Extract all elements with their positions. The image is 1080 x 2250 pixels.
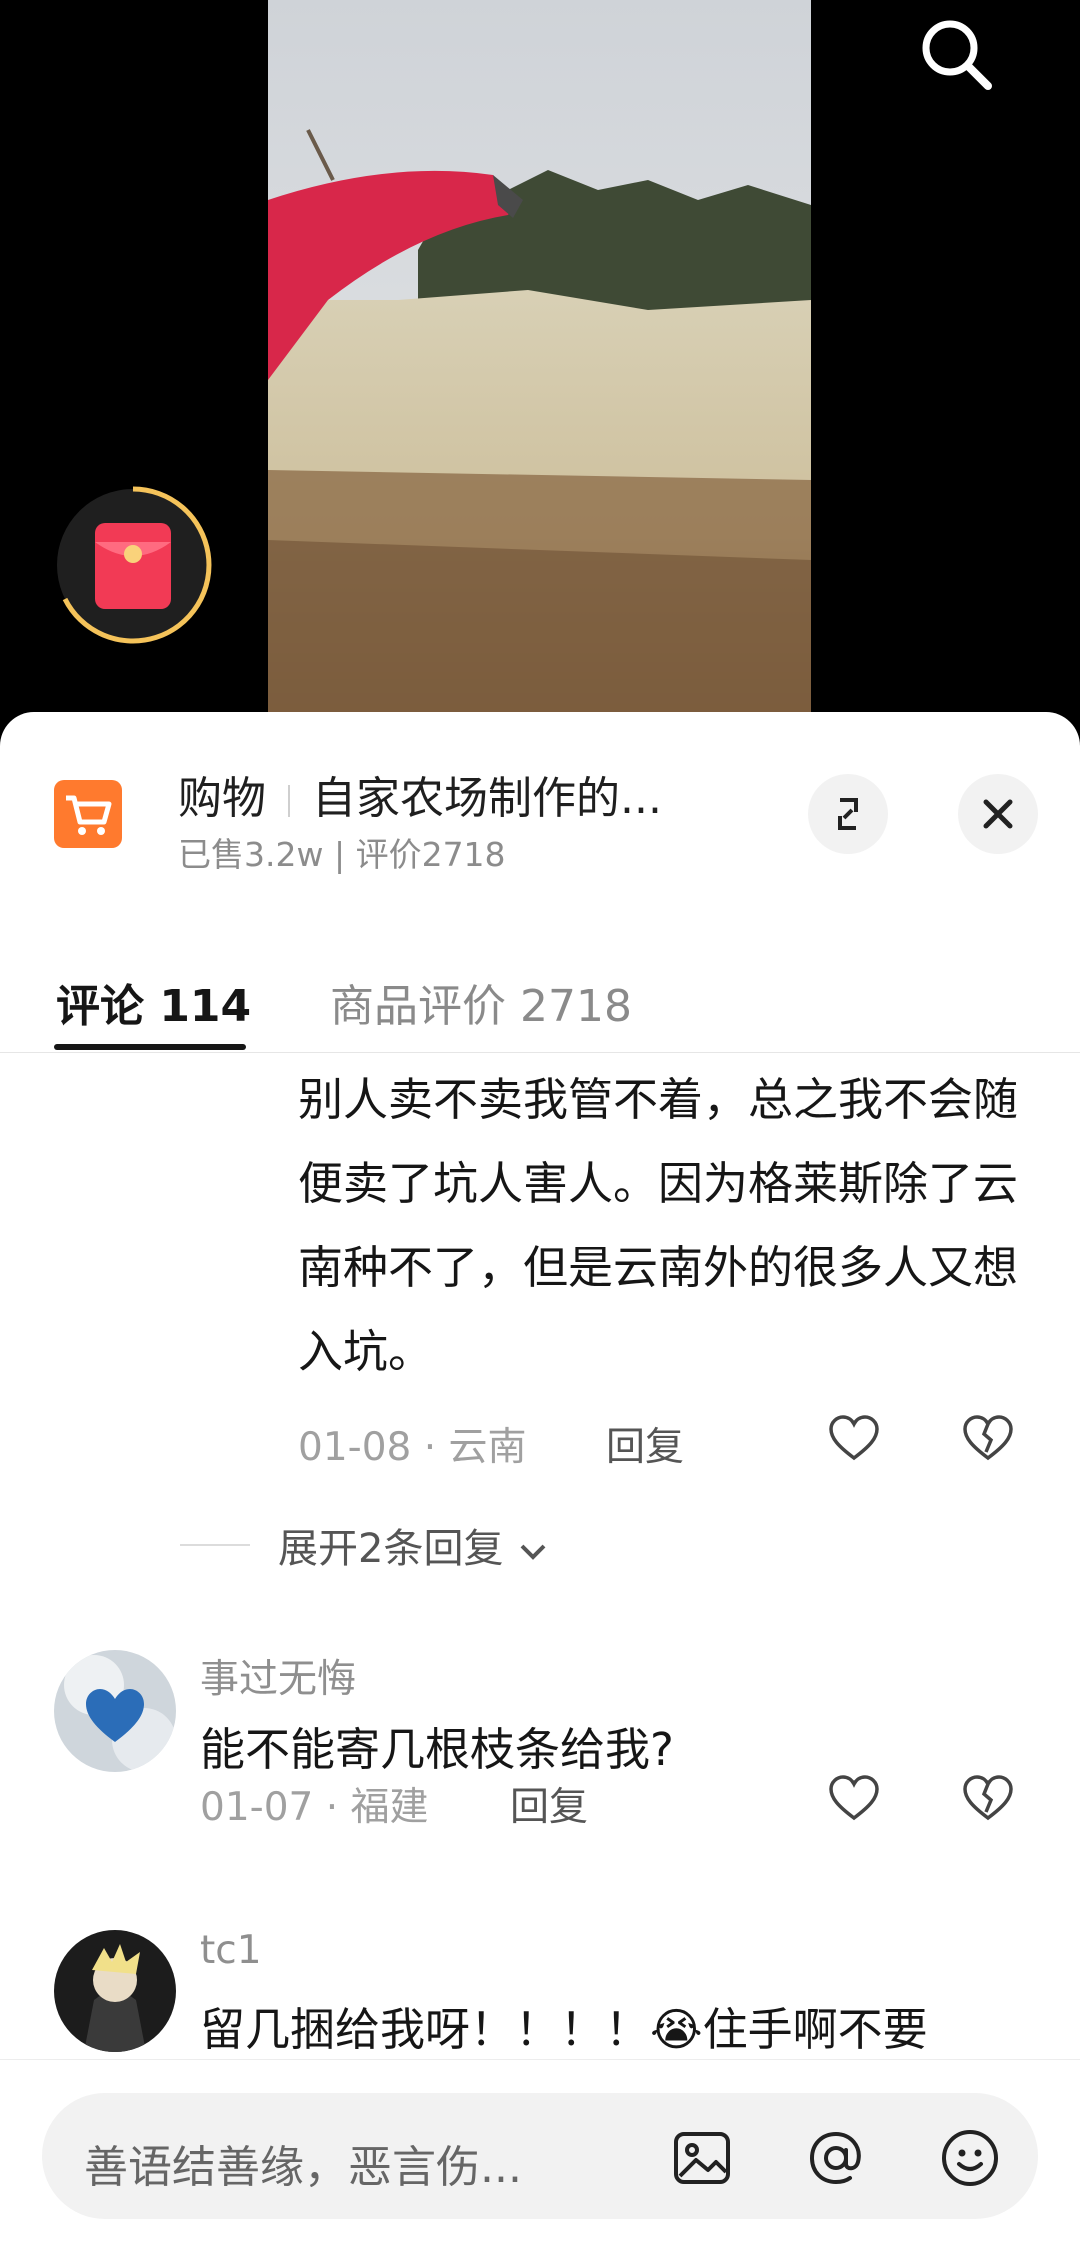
expand-replies-button[interactable]: 展开2条回复	[278, 1516, 550, 1574]
emoji-icon	[942, 2130, 998, 2186]
image-button[interactable]	[670, 2126, 734, 2190]
comment-input-placeholder: 善语结善缘，恶言伤...	[84, 2142, 522, 2193]
emoji-button[interactable]	[938, 2126, 1002, 2190]
tab-comments[interactable]: 评论 114	[56, 970, 251, 1034]
comment-sheet: 购物 自家农场制作的... 已售3.2w | 评价2718 评论 114 商品评价…	[0, 712, 1080, 2250]
product-title[interactable]: 购物 自家农场制作的...	[178, 762, 662, 826]
expand-divider	[180, 1544, 250, 1546]
image-icon	[674, 2132, 730, 2184]
dislike-button[interactable]	[960, 1772, 1016, 1828]
comment-date: 01-07	[200, 1785, 314, 1830]
shop-label: 购物	[178, 773, 266, 824]
comment-input-bar: 善语结善缘，恶言伤...	[0, 2059, 1080, 2250]
heart-icon	[829, 1415, 879, 1461]
cart-icon	[54, 780, 122, 848]
close-button[interactable]	[958, 774, 1038, 854]
comment-input[interactable]: 善语结善缘，恶言伤...	[42, 2093, 1038, 2219]
expand-button[interactable]	[808, 774, 888, 854]
mention-button[interactable]	[804, 2126, 868, 2190]
close-icon	[983, 799, 1013, 829]
heart-icon	[829, 1775, 879, 1821]
comment-meta: 01-08 · 云南	[298, 1425, 527, 1470]
comment-meta: 01-07 · 福建	[200, 1785, 429, 1830]
sales-summary: 已售3.2w | 评价2718	[178, 835, 506, 874]
avatar[interactable]	[54, 1930, 176, 2052]
comment-region: 福建	[350, 1785, 429, 1830]
product-header[interactable]: 购物 自家农场制作的... 已售3.2w | 评价2718	[0, 712, 1080, 912]
video-frame	[268, 0, 811, 740]
tab-product-reviews[interactable]: 商品评价 2718	[330, 970, 632, 1034]
expand-replies-label: 展开2条回复	[278, 1526, 504, 1572]
red-packet-icon	[57, 486, 212, 644]
comment-username[interactable]: 事过无悔	[200, 1648, 356, 1704]
reply-button[interactable]: 回复	[510, 1776, 588, 1832]
tab-bar: 评论 114 商品评价 2718	[0, 952, 1080, 1053]
video-player[interactable]	[0, 0, 1080, 740]
like-button[interactable]	[826, 1412, 882, 1468]
title-divider	[288, 785, 290, 817]
video-scene-image	[268, 0, 811, 740]
search-icon	[922, 20, 992, 90]
at-icon	[809, 2131, 861, 2185]
comment-region: 云南	[448, 1425, 527, 1470]
product-name: 自家农场制作的...	[312, 773, 662, 824]
comment-list[interactable]: 别人卖不卖我管不着，总之我不会随便卖了坑人害人。因为格莱斯除了云南种不了，但是云…	[0, 1054, 1080, 2074]
comment-username[interactable]: tc1	[200, 1928, 262, 1973]
comment-date: 01-08	[298, 1425, 412, 1470]
search-button[interactable]	[912, 10, 1002, 100]
red-packet-button[interactable]	[52, 484, 214, 646]
dislike-icon	[963, 1775, 1013, 1821]
comment-text: 别人卖不卖我管不着，总之我不会随便卖了坑人害人。因为格莱斯除了云南种不了，但是云…	[298, 1073, 1019, 1378]
like-button[interactable]	[826, 1772, 882, 1828]
reply-button[interactable]: 回复	[606, 1416, 684, 1472]
dislike-icon	[963, 1415, 1013, 1461]
active-tab-indicator	[54, 1044, 246, 1050]
chevron-down-icon	[520, 1544, 546, 1560]
dislike-button[interactable]	[960, 1412, 1016, 1468]
avatar[interactable]	[54, 1650, 176, 1772]
expand-icon	[838, 798, 858, 830]
